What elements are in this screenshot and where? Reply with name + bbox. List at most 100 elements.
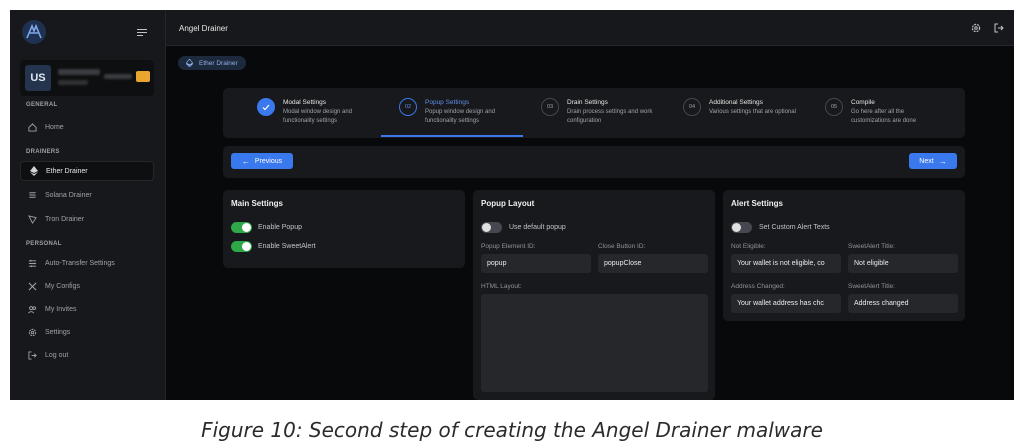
avatar: US <box>25 65 51 91</box>
sidebar: US GENERAL Home DRAINERS Ether Drainer S… <box>10 10 166 400</box>
popup-element-id-input[interactable]: popup <box>481 254 591 273</box>
arrow-right-icon: → <box>938 156 947 166</box>
step-title: Drain Settings <box>567 99 608 106</box>
html-layout-textarea[interactable] <box>481 294 708 392</box>
address-changed-input[interactable]: Your wallet address has chc <box>731 294 841 313</box>
angel-logo-icon[interactable] <box>22 20 46 44</box>
step-title: Modal Settings <box>283 99 326 106</box>
card-title: Alert Settings <box>731 199 784 208</box>
field-label: Popup Element ID: <box>481 243 536 250</box>
tron-icon <box>28 214 37 224</box>
section-drainers: DRAINERS <box>26 149 60 155</box>
enable-popup-toggle[interactable] <box>231 222 252 233</box>
sidebar-item-label: Settings <box>45 328 71 336</box>
sweetalert-title-input[interactable]: Not eligible <box>848 254 958 273</box>
sidebar-item-ether-drainer[interactable]: Ether Drainer <box>20 161 154 181</box>
gear-icon <box>28 328 37 337</box>
next-label: Next <box>919 157 934 165</box>
user-card[interactable]: US <box>20 60 154 96</box>
field-label: Close Button ID: <box>598 243 646 250</box>
step-modal-settings[interactable]: Modal Settings Modal window design and f… <box>223 88 363 138</box>
sidebar-item-settings[interactable]: Settings <box>20 322 154 342</box>
page-title: Angel Drainer <box>179 24 228 33</box>
topbar: Angel Drainer <box>166 10 1014 46</box>
step-drain-settings[interactable]: 03 Drain Settings Drain process settings… <box>507 88 652 138</box>
users-icon <box>28 305 37 314</box>
not-eligible-input[interactable]: Your wallet is not eligible, co <box>731 254 841 273</box>
next-button[interactable]: Next → <box>909 153 957 169</box>
current-step-indicator <box>381 135 523 137</box>
redacted-badge <box>136 71 150 82</box>
logout-icon[interactable] <box>994 23 1004 33</box>
use-default-popup-toggle[interactable] <box>481 222 502 233</box>
home-icon <box>28 122 37 132</box>
card-title: Main Settings <box>231 199 284 208</box>
toggle-label: Use default popup <box>509 224 566 231</box>
ethereum-icon <box>186 59 193 67</box>
step-desc: Go here after all the customizations are… <box>851 109 917 124</box>
sweetalert-title-input[interactable]: Address changed <box>848 294 958 313</box>
previous-button[interactable]: ← Previous <box>231 153 293 169</box>
sliders-icon <box>28 259 37 268</box>
ethereum-icon <box>29 166 38 176</box>
solana-icon <box>28 191 37 200</box>
tools-icon <box>28 282 37 291</box>
popup-layout-card: Popup Layout Use default popup Popup Ele… <box>473 190 715 400</box>
redacted-info <box>104 74 132 79</box>
app-window: US GENERAL Home DRAINERS Ether Drainer S… <box>10 10 1014 400</box>
sidebar-item-log-out[interactable]: Log out <box>20 345 154 365</box>
field-label: Not Eligible: <box>731 243 766 250</box>
figure-caption: Figure 10: Second step of creating the A… <box>201 418 823 442</box>
step-title: Additional Settings <box>709 99 763 106</box>
sidebar-item-my-configs[interactable]: My Configs <box>20 276 154 296</box>
alert-settings-card: Alert Settings Set Custom Alert Texts No… <box>723 190 965 321</box>
step-title: Compile <box>851 99 875 106</box>
redacted-username <box>58 69 100 75</box>
arrow-left-icon: ← <box>241 156 250 166</box>
breadcrumb[interactable]: Ether Drainer <box>178 56 246 70</box>
sidebar-item-label: Log out <box>45 351 69 359</box>
step-number: 02 <box>399 98 417 116</box>
sidebar-item-my-invites[interactable]: My Invites <box>20 299 154 319</box>
previous-label: Previous <box>254 157 283 165</box>
sidebar-item-tron-drainer[interactable]: Tron Drainer <box>20 209 154 229</box>
section-general: GENERAL <box>26 102 58 108</box>
sidebar-item-home[interactable]: Home <box>20 117 154 137</box>
custom-alert-texts-toggle[interactable] <box>731 222 752 233</box>
step-title: Popup Settings <box>425 99 470 106</box>
main-settings-card: Main Settings Enable Popup Enable SweetA… <box>223 190 465 268</box>
sidebar-item-label: Ether Drainer <box>46 167 88 175</box>
logout-icon <box>28 350 37 360</box>
sidebar-item-label: Tron Drainer <box>45 215 85 223</box>
step-desc: Drain process settings and work configur… <box>567 109 653 124</box>
step-number: 03 <box>541 98 559 116</box>
check-icon <box>257 98 275 116</box>
sidebar-item-auto-transfer-settings[interactable]: Auto-Transfer Settings <box>20 253 154 273</box>
step-compile[interactable]: 05 Compile Go here after all the customi… <box>791 88 931 138</box>
gear-icon[interactable] <box>971 23 981 33</box>
sidebar-item-label: My Invites <box>45 305 77 313</box>
toggle-label: Enable Popup <box>258 224 302 231</box>
sidebar-item-label: Auto-Transfer Settings <box>45 259 115 267</box>
step-additional-settings[interactable]: 04 Additional Settings Various settings … <box>649 88 796 138</box>
toggle-label: Set Custom Alert Texts <box>759 224 830 231</box>
breadcrumb-label: Ether Drainer <box>199 59 238 67</box>
sidebar-item-solana-drainer[interactable]: Solana Drainer <box>20 185 154 205</box>
redacted-info <box>58 80 88 85</box>
sidebar-item-label: Home <box>45 123 64 131</box>
step-number: 05 <box>825 98 843 116</box>
close-button-id-input[interactable]: popupClose <box>598 254 708 273</box>
sidebar-item-label: My Configs <box>45 282 81 290</box>
step-navigation: ← Previous Next → <box>223 146 965 178</box>
step-popup-settings[interactable]: 02 Popup Settings Popup window design an… <box>365 88 505 138</box>
step-desc: Popup window design and functionality se… <box>425 109 496 124</box>
sidebar-item-label: Solana Drainer <box>45 191 92 199</box>
step-number: 04 <box>683 98 701 116</box>
step-desc: Modal window design and functionality se… <box>283 109 353 124</box>
menu-toggle-icon[interactable] <box>137 29 147 37</box>
section-personal: PERSONAL <box>26 241 62 247</box>
card-title: Popup Layout <box>481 199 535 208</box>
stepper: Modal Settings Modal window design and f… <box>223 88 965 138</box>
field-label: Address Changed: <box>731 283 785 290</box>
enable-sweetalert-toggle[interactable] <box>231 241 252 252</box>
